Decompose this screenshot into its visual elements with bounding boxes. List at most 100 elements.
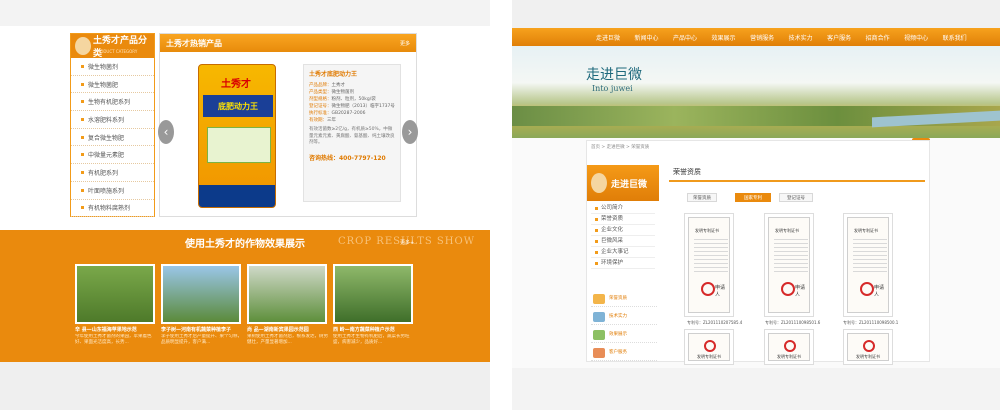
side-item[interactable]: 巨微风采 [591,236,655,247]
category-item[interactable]: 中微量元素肥 [71,146,154,165]
info-row: 有效期：三年 [309,118,336,123]
side-title: 走进巨微 [611,179,648,190]
banner-subtitle: Into juwei [592,84,633,93]
side-item[interactable]: 企业大事记 [591,247,655,258]
crop-photo[interactable] [161,264,241,324]
bullet-icon [81,117,84,121]
side-shortcut[interactable]: 技术实力 [591,309,657,325]
category-header: 土秀才产品分类 PRODUCT CATEGORY [71,34,154,59]
nav-item[interactable]: 营销服务 [750,33,774,42]
nav-item[interactable]: 技术实力 [789,33,813,42]
category-item[interactable]: 微生物菌肥 [71,76,154,94]
trophy-icon [593,294,605,304]
bag-band: 底肥动力王 [203,95,273,117]
info-row: 剂型规格：粉剂、粒剂，50kg/袋 [309,97,376,102]
left-screenshot: 土秀才产品分类 PRODUCT CATEGORY 微生物菌剂 微生物菌肥 生物有… [0,0,490,410]
certificate-caption: 专利号：ZL201110098500.1 [843,320,899,325]
seal-icon [784,340,796,352]
tab-honor[interactable]: 荣誉资质 [687,193,717,202]
crop-photo-desc: 李子使用土秀才后产量提升、果个匀称，品质明显提升，客户满... [161,334,242,345]
bullet-icon [81,206,84,210]
certificate-image[interactable]: 发明专利证书 申请人 [764,213,814,317]
product-bag-image[interactable]: 土秀才 底肥动力王 [198,64,276,208]
seal-icon [863,340,875,352]
side-item[interactable]: 企业文化 [591,225,655,236]
nav-item[interactable]: 联系我们 [943,33,967,42]
category-panel: 土秀才产品分类 PRODUCT CATEGORY 微生物菌剂 微生物菌肥 生物有… [70,33,155,218]
side-shortcut[interactable]: 荣誉资质 [591,291,657,307]
crop-photo-caption[interactable]: 李子树—河南有机蔬菜种植李子 [161,326,245,333]
certificate-image[interactable]: 发明专利证书 [684,329,734,365]
nav-item[interactable]: 效果展示 [712,33,736,42]
category-item[interactable]: 生物有机肥系列 [71,93,154,112]
crop-photo-caption[interactable]: 辛 县—山东福海苹果地示范 [75,326,159,333]
seal-icon [704,340,716,352]
nav-item[interactable]: 视频中心 [904,33,928,42]
nav-item[interactable]: 产品中心 [673,33,697,42]
side-item[interactable]: 环境保护 [591,258,655,269]
side-header: 走进巨微 [587,165,659,201]
info-row: 执行标准：GB20287-2006 [309,111,366,116]
mascot-icon [75,37,91,55]
category-item[interactable]: 叶面喷施系列 [71,182,154,200]
right-screenshot: 走进巨微 新闻中心 产品中心 效果展示 营销服务 技术实力 客户服务 招商合作 … [512,0,1000,410]
banner: 走进巨微 Into juwei [512,46,1000,138]
side-item[interactable]: 荣誉资质 [591,214,655,225]
category-subtitle: PRODUCT CATEGORY [95,49,138,54]
next-arrow-icon[interactable]: › [402,120,418,144]
hot-products-title: 土秀才热销产品 [166,38,222,48]
hot-products-header: 土秀才热销产品 更多 [160,34,416,52]
crop-photo-desc: 果树使用土秀才菌剂后，根系发达，树势健壮，产量显著增加... [247,334,328,345]
info-row: 登记证号：微生物肥（2013）临字1737号 [309,104,395,109]
bullet-icon [81,100,84,104]
side-shortcut[interactable]: 客户服务 [591,345,657,361]
nav-item[interactable]: 招商合作 [866,33,890,42]
side-shortcut[interactable]: 效果展示 [591,327,657,343]
category-item[interactable]: 复合微生物肥 [71,129,154,147]
certificate-image[interactable]: 发明专利证书 [764,329,814,365]
crop-photo[interactable] [75,264,155,324]
category-item[interactable]: 微生物菌剂 [71,58,154,76]
section-title: 荣誉资质 [673,168,701,176]
bullet-icon [81,188,84,192]
category-item[interactable]: 有机物料腐熟剂 [71,200,154,218]
crop-show-more-link[interactable]: 更多+ [400,239,414,246]
crop-photo-caption[interactable]: 西 岭—南方蔬菜种植户示范 [333,326,417,333]
category-item[interactable]: 水溶肥料系列 [71,111,154,129]
product-name[interactable]: 土秀才底肥动力王 [309,69,395,78]
certificate-image[interactable]: 发明专利证书 [843,329,893,365]
banner-title: 走进巨微 [586,67,642,83]
crop-photo-desc: 使用土秀才生物有机肥后，蔬菜长势旺盛，病害减少，品质好... [333,334,410,345]
category-item[interactable]: 有机肥系列 [71,164,154,182]
seal-icon [781,282,795,296]
bag-brand: 土秀才 [221,79,251,90]
tab-patent[interactable]: 国家专利 [735,193,771,202]
nav-item[interactable]: 新闻中心 [635,33,659,42]
seal-icon [860,282,874,296]
more-link[interactable]: 更多 [400,40,410,47]
certificate-caption: 专利号：ZL201110098501.6 [765,320,821,325]
crop-show-section: 使用土秀才的作物效果展示 CROP RESULTS SHOW 更多+ 辛 县—山… [0,230,490,362]
user-icon [593,348,605,358]
nav-item[interactable]: 客户服务 [827,33,851,42]
tab-registration[interactable]: 登记证号 [779,193,813,202]
side-item[interactable]: 公司简介 [591,203,655,214]
bottom-strip [0,362,490,410]
certificate-image[interactable]: 发明专利证书 申请人 [684,213,734,317]
crop-show-title: 使用土秀才的作物效果展示 [185,238,305,250]
certificate-image[interactable]: 发明专利证书 申请人 [843,213,893,317]
crop-photo-caption[interactable]: 尚 品—湖南新宾果园示范园 [247,326,331,333]
info-row: 产品品牌：土秀才 [309,83,345,88]
crop-photo[interactable] [247,264,327,324]
mascot-icon [591,173,607,193]
prev-arrow-icon[interactable]: ‹ [158,120,174,144]
nav-item[interactable]: 走进巨微 [596,33,620,42]
content-area: 首页 > 走进巨微 > 荣誉资质 走进巨微 公司简介 荣誉资质 企业文化 巨微风… [586,140,930,365]
bullet-icon [81,170,84,174]
breadcrumb[interactable]: 首页 > 走进巨微 > 荣誉资质 [591,144,649,150]
certificate-caption: 专利号：ZL201110207585.4 [687,320,743,325]
crop-photo[interactable] [333,264,413,324]
bullet-icon [81,64,84,68]
top-strip [0,0,490,26]
leaf-icon [593,330,605,340]
